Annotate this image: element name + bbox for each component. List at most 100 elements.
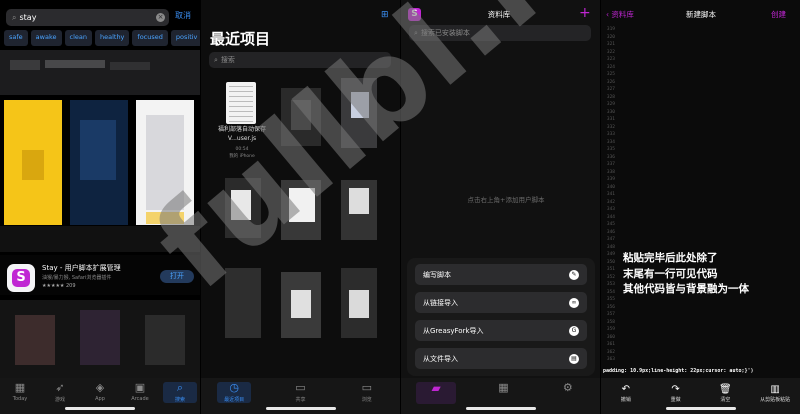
- back-button[interactable]: ‹ 资料库: [606, 9, 634, 20]
- files-panel: ⊞ 最近项目 ⌕ 搜索 福利部落自动保存 V...user.js 00:54 我的…: [201, 0, 400, 414]
- search-input[interactable]: ⌕ 搜索: [209, 52, 391, 68]
- line-number: 348: [606, 244, 615, 250]
- page-title: 新建脚本: [686, 10, 716, 19]
- page-title: 资料库: [487, 10, 511, 19]
- line-number: 339: [606, 177, 615, 182]
- paste-button[interactable]: ▥ 从剪贴板粘贴: [755, 384, 795, 403]
- clear-icon[interactable]: ×: [156, 13, 165, 22]
- line-number: 362: [606, 349, 615, 355]
- greasyfork-icon: G: [569, 325, 579, 336]
- home-indicator: [665, 407, 736, 410]
- tab-label: 搜索: [174, 397, 185, 403]
- tab-today[interactable]: ▦ Today: [3, 382, 37, 403]
- app-result-stay[interactable]: S Stay - 用户脚本扩展管理 油猴/暴力猴, Safari浏览器插件 ★★…: [0, 255, 200, 295]
- line-number: 338: [606, 169, 615, 175]
- chip[interactable]: awake: [30, 30, 62, 46]
- line-number: 354: [606, 289, 615, 295]
- line-number: 361: [606, 342, 615, 347]
- cancel-button[interactable]: 取消: [175, 10, 191, 21]
- briefcase-icon: ▰: [431, 381, 441, 395]
- import-link-button[interactable]: 从链接导入 ∞: [415, 292, 587, 313]
- line-number: 334: [606, 139, 615, 145]
- blurred-file: [225, 268, 261, 338]
- search-input[interactable]: ⌕ stay ×: [6, 9, 169, 26]
- chip[interactable]: clean: [64, 30, 92, 46]
- chip[interactable]: safe: [4, 30, 28, 46]
- tab-browse[interactable]: ▭ 浏览: [350, 382, 384, 404]
- write-script-button[interactable]: 编写脚本 ✎: [415, 264, 587, 285]
- empty-hint: 点击右上角+添加用户脚本: [467, 196, 545, 204]
- tool-label: 从剪贴板粘贴: [760, 397, 791, 403]
- search-icon: ⌕: [12, 12, 17, 22]
- chip[interactable]: positiv: [170, 30, 200, 46]
- line-number: 330: [606, 109, 615, 115]
- search-placeholder: 搜索: [220, 56, 235, 64]
- tab-label: 游戏: [54, 397, 65, 403]
- line-number: 342: [606, 199, 615, 205]
- line-number: 363: [606, 357, 615, 362]
- undo-button[interactable]: ↶ 撤销: [606, 384, 646, 403]
- file-icon: ▤: [569, 353, 579, 364]
- tab-recents[interactable]: ◷ 最近项目: [217, 382, 252, 403]
- line-number: 320: [606, 34, 615, 40]
- line-number-gutter: 319 320 321 322 323 324 325 326 327 328 329 330 331 3…: [601, 26, 617, 368]
- tab-library[interactable]: ▰: [416, 381, 457, 404]
- tab-apps[interactable]: ◈ App: [83, 382, 117, 403]
- tab-arcade[interactable]: ▣ Arcade: [123, 382, 157, 403]
- line-number: 344: [606, 214, 615, 220]
- blurred-pixel: [0, 226, 200, 252]
- blurred-pixel: [15, 315, 55, 365]
- redo-button[interactable]: ↷ 重做: [656, 384, 696, 403]
- code-line[interactable]: padding: 10.9px;line-height: 22px;cursor…: [603, 368, 799, 374]
- line-number: 325: [606, 72, 615, 77]
- tab-search[interactable]: ⌕ 搜索: [163, 382, 197, 403]
- note-line: 其他代码皆与背景融为一体: [623, 283, 749, 295]
- line-number: 336: [606, 154, 615, 160]
- page-title: 最近项目: [210, 30, 271, 48]
- clear-button[interactable]: 🗑 清空: [705, 384, 745, 403]
- line-number: 341: [606, 192, 615, 197]
- line-number: 355: [606, 297, 615, 302]
- create-button[interactable]: 创建: [771, 9, 786, 20]
- home-indicator: [65, 407, 135, 410]
- blurred-pixel: [349, 290, 369, 318]
- chip[interactable]: healthy: [94, 30, 130, 46]
- tab-label: Arcade: [131, 396, 149, 402]
- line-number: 353: [606, 282, 615, 287]
- action-label: 从文件导入: [423, 354, 458, 363]
- blurred-pixel: [146, 115, 184, 210]
- file-thumbnail[interactable]: [226, 82, 256, 124]
- paste-note: 粘贴完毕后此处除了 末尾有一行可见代码 其他代码皆与背景融为一体: [623, 251, 799, 298]
- blurred-pixel: [291, 290, 311, 318]
- chip[interactable]: focused: [132, 30, 168, 46]
- tab-games[interactable]: ➶ 游戏: [43, 381, 77, 404]
- folder-shared-icon: ▭: [295, 381, 306, 394]
- line-number: 350: [606, 259, 615, 265]
- grid-view-icon[interactable]: ⊞: [381, 10, 389, 20]
- appstore-panel: ⌕ stay × 取消 safe awake clean healthy foc…: [0, 0, 200, 414]
- note-line: 末尾有一行可见代码: [623, 267, 718, 280]
- file-location: 我的 iPhone: [229, 154, 255, 159]
- open-button[interactable]: 打开: [160, 270, 194, 283]
- tool-label: 撤销: [620, 397, 631, 403]
- import-file-button[interactable]: 从文件导入 ▤: [415, 348, 587, 369]
- search-input[interactable]: ⌕ 搜索已安装脚本: [409, 25, 591, 41]
- tab-explore[interactable]: ▦: [486, 382, 520, 396]
- tab-label: App: [95, 396, 105, 402]
- blurred-pixel: [80, 120, 116, 180]
- tab-shared[interactable]: ▭ 共享: [283, 381, 317, 404]
- tab-settings[interactable]: ⚙: [551, 382, 585, 396]
- blurred-pixel: [80, 310, 120, 365]
- library-panel: S 资料库 + ⌕ 搜索已安装脚本 点击右上角+添加用户脚本 编写脚本 ✎ 从链接…: [401, 0, 600, 414]
- rocket-icon: ➶: [55, 381, 65, 394]
- blurred-pixel: [110, 62, 150, 70]
- add-script-button[interactable]: +: [579, 5, 591, 21]
- line-number: 321: [606, 42, 615, 47]
- import-greasyfork-button[interactable]: 从GreasyFork导入 G: [415, 320, 587, 341]
- blurred-pixel: [289, 188, 315, 222]
- line-number: 352: [606, 274, 615, 280]
- file-time: 00:54 我的 iPhone: [214, 146, 270, 160]
- stay-logo-icon: S: [408, 8, 421, 21]
- back-label: 资料库: [611, 10, 634, 19]
- app-rating: ★★★★★ 209: [42, 283, 76, 289]
